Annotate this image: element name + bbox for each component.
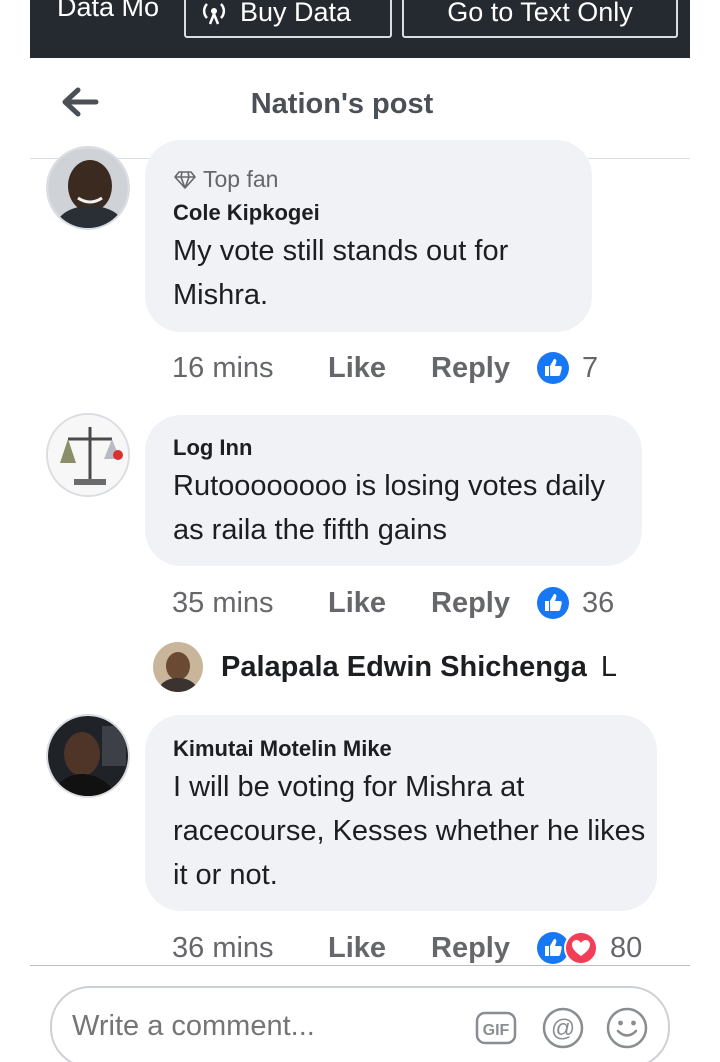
page-title: Nation's post: [250, 88, 434, 120]
comment-author[interactable]: Kimutai Motelin Mike: [173, 736, 392, 762]
comment-time[interactable]: 16 mins: [172, 352, 328, 385]
comment-bubble[interactable]: Top fan Cole Kipkogei My vote still stan…: [145, 140, 592, 332]
reply-button[interactable]: Reply: [431, 932, 536, 965]
comment-bubble[interactable]: Log Inn Rutoooooooo is losing votes dail…: [145, 415, 642, 566]
top-fan-label: Top fan: [203, 166, 279, 192]
like-button[interactable]: Like: [328, 587, 431, 620]
like-reaction-icon: [537, 587, 569, 619]
divider: [30, 965, 690, 966]
top-fan-badge: Top fan: [173, 166, 278, 193]
reaction-count[interactable]: 80: [610, 932, 642, 965]
reactions-summary[interactable]: [536, 931, 598, 965]
comment-text: Rutoooooooo is losing votes daily as rai…: [173, 470, 606, 546]
comment-bubble[interactable]: Kimutai Motelin Mike I will be voting fo…: [145, 715, 657, 911]
reactions-summary[interactable]: [536, 586, 570, 620]
reply-preview[interactable]: Palapala Edwin Shichenga L: [153, 642, 655, 692]
comment-time[interactable]: 35 mins: [172, 587, 328, 620]
diamond-icon: [174, 170, 196, 189]
like-reaction-icon: [537, 352, 569, 384]
comment-actions: 36 mins Like Reply 80: [172, 928, 642, 968]
svg-text:GIF: GIF: [483, 1022, 510, 1039]
reply-button[interactable]: Reply: [431, 587, 536, 620]
comment-input[interactable]: [72, 1010, 452, 1043]
avatar[interactable]: [46, 714, 130, 798]
mention-icon[interactable]: @: [541, 1006, 585, 1050]
reaction-count[interactable]: 7: [582, 352, 598, 385]
signal-icon: [202, 3, 226, 25]
data-mode-label: Data Mo: [57, 0, 160, 22]
comment-time[interactable]: 36 mins: [172, 932, 328, 965]
comment-actions: 35 mins Like Reply 36: [172, 583, 614, 623]
gif-icon[interactable]: GIF: [474, 1006, 518, 1050]
comment-author[interactable]: Cole Kipkogei: [173, 200, 320, 226]
avatar[interactable]: [46, 413, 130, 497]
comment-author[interactable]: Log Inn: [173, 435, 252, 461]
text-only-button[interactable]: Go to Text Only: [402, 0, 678, 38]
reply-author[interactable]: Palapala Edwin Shichenga: [221, 651, 587, 684]
comment-text: My vote still stands out for Mishra.: [173, 235, 509, 311]
reaction-count[interactable]: 36: [582, 587, 614, 620]
reactions-summary[interactable]: [536, 351, 570, 385]
avatar[interactable]: [46, 146, 130, 230]
love-reaction-icon: [564, 931, 598, 965]
comment-text: I will be voting for Mishra at racecours…: [173, 771, 646, 891]
buy-data-button[interactable]: Buy Data: [184, 0, 392, 38]
svg-text:@: @: [551, 1015, 575, 1042]
text-only-label: Go to Text Only: [447, 0, 633, 27]
like-button[interactable]: Like: [328, 932, 431, 965]
avatar[interactable]: [153, 642, 203, 692]
comment-actions: 16 mins Like Reply 7: [172, 348, 598, 388]
emoji-icon[interactable]: [605, 1006, 649, 1050]
comment-composer[interactable]: GIF @: [50, 986, 670, 1062]
reply-text: L: [600, 650, 617, 683]
buy-data-label: Buy Data: [240, 0, 352, 27]
reply-button[interactable]: Reply: [431, 352, 536, 385]
like-button[interactable]: Like: [328, 352, 431, 385]
data-mode-bar: Data Mo Buy Data Go to Text Only: [30, 0, 690, 58]
